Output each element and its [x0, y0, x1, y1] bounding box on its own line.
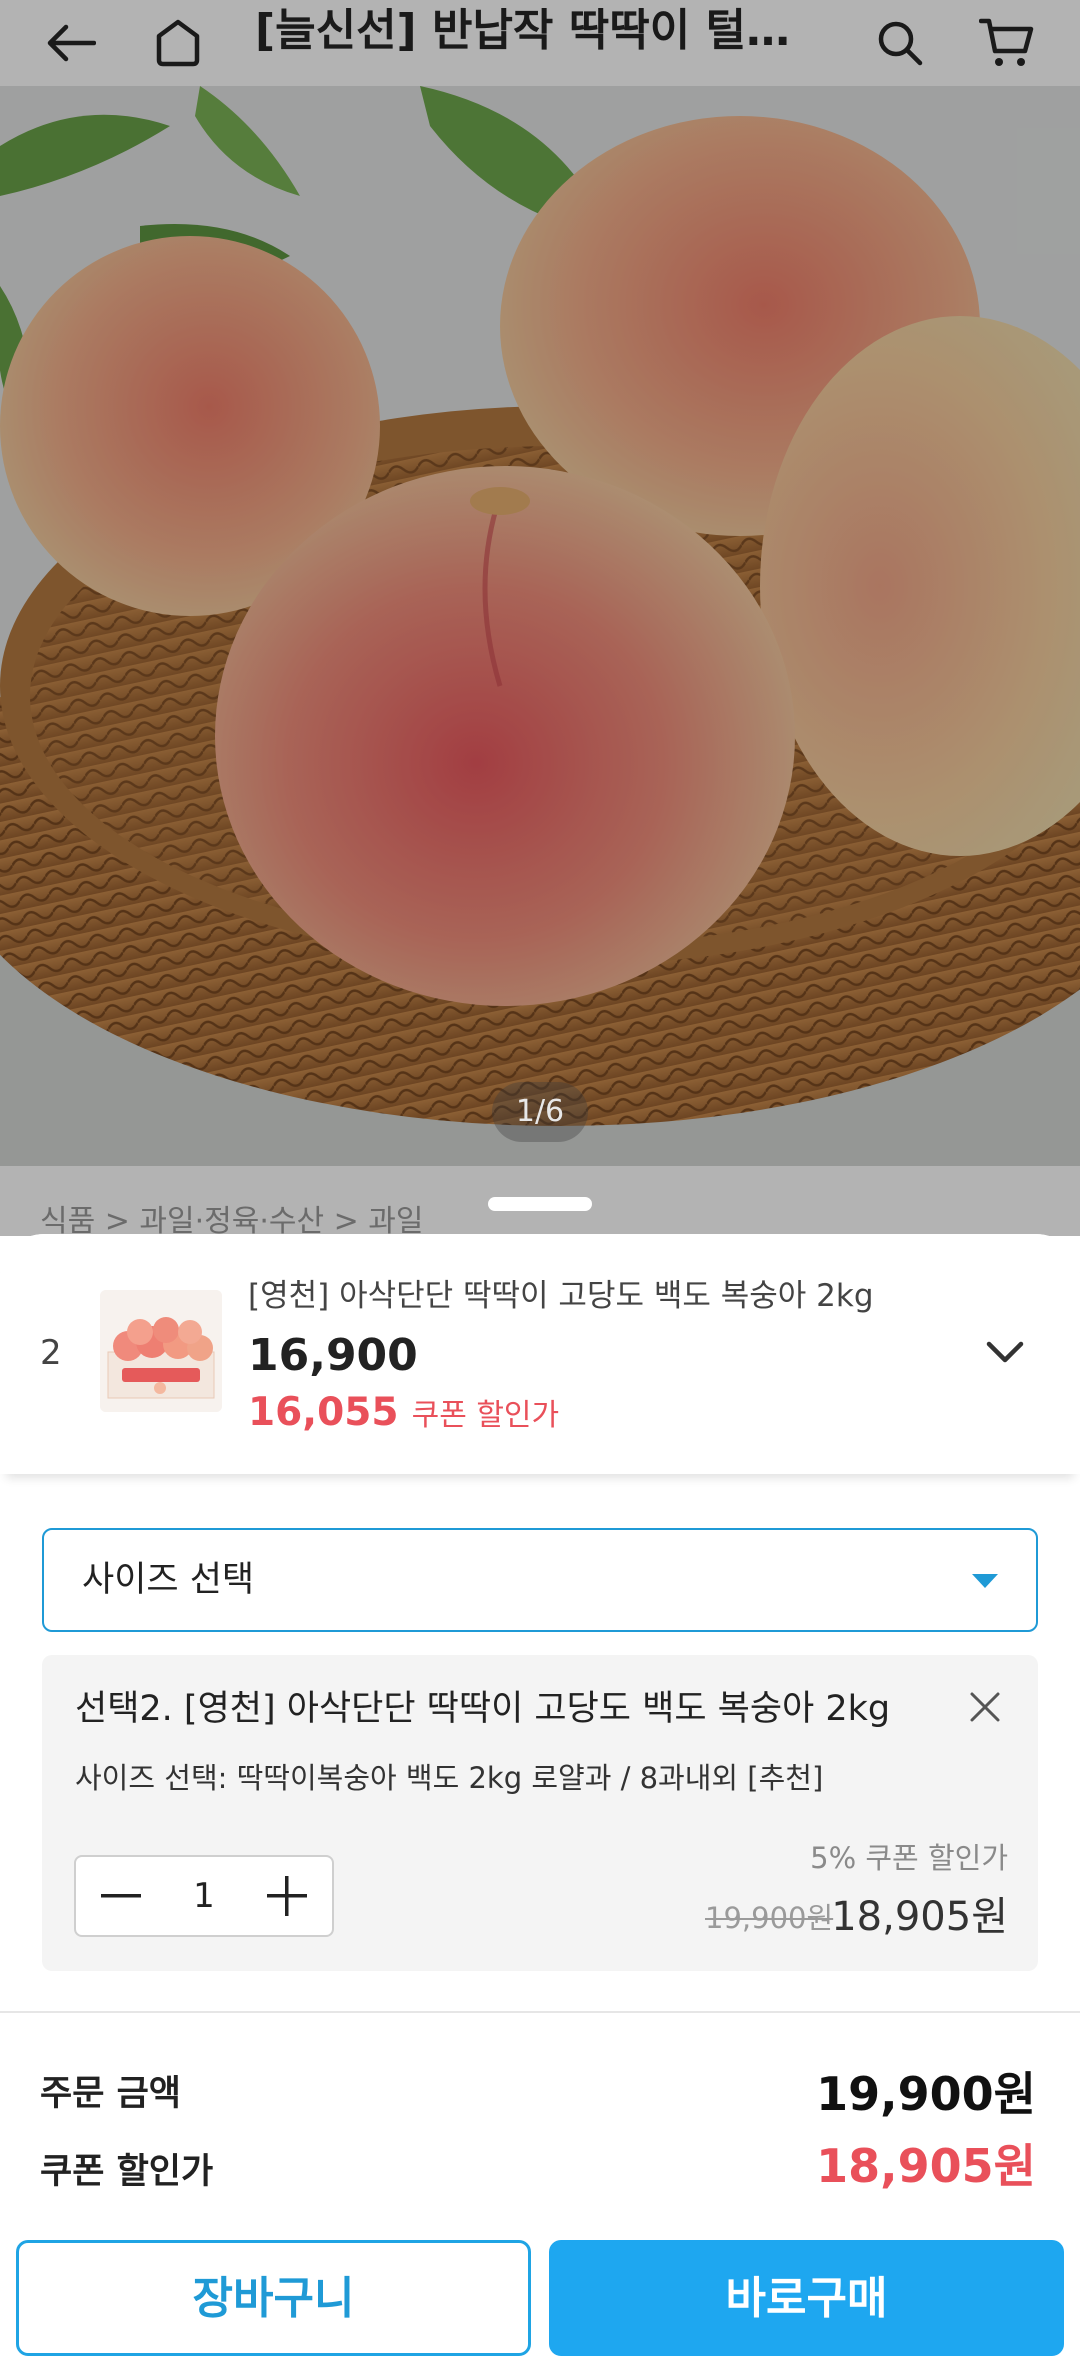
- image-counter: 1/6: [492, 1082, 588, 1142]
- selection-title: 선택2. [영천] 아삭단단 딱딱이 고당도 백도 복숭아 2kg: [75, 1689, 891, 1729]
- divider: [0, 2011, 1080, 2013]
- order-amount-value: 19,900원: [816, 2067, 1036, 2121]
- option-title: [영천] 아삭단단 딱딱이 고당도 백도 복숭아 2kg: [248, 1278, 874, 1314]
- option-coupon-price: 16,055 쿠폰 할인가: [248, 1390, 559, 1435]
- product-image[interactable]: [0, 86, 1080, 1166]
- selection-original-price: 19,900원: [705, 1901, 834, 1935]
- option-price: 16,900: [248, 1330, 418, 1381]
- close-icon[interactable]: [968, 1690, 1002, 1724]
- coupon-price-label: 쿠폰 할인가: [411, 1398, 560, 1433]
- coupon-price-value: 16,055: [248, 1390, 399, 1435]
- arrow-left-icon[interactable]: [40, 0, 100, 86]
- top-bar: [늘신선] 반납작 딱딱이 털복숭아 백도: [0, 0, 1080, 86]
- coupon-amount-label: 쿠폰 할인가: [40, 2152, 214, 2192]
- quantity-stepper: 1: [74, 1855, 334, 1937]
- home-icon[interactable]: [148, 0, 208, 86]
- option-number: 2: [40, 1333, 62, 1373]
- coupon-amount-value: 18,905원: [816, 2139, 1036, 2193]
- option-thumbnail: [100, 1290, 222, 1412]
- selection-option-detail: 사이즈 선택: 딱딱이복숭아 백도 2kg 로얄과 / 8과내외 [추천]: [75, 1761, 824, 1795]
- search-icon[interactable]: [870, 0, 930, 86]
- plus-icon[interactable]: [262, 1857, 312, 1935]
- cart-icon[interactable]: [975, 0, 1039, 86]
- selection-coupon-label: 5% 쿠폰 할인가: [810, 1841, 1008, 1875]
- overlay-dim: [0, 86, 1080, 1166]
- selection-discounted-price: 18,905원: [831, 1894, 1008, 1940]
- order-amount-label: 주문 금액: [40, 2074, 181, 2114]
- sheet-handle[interactable]: [488, 1197, 592, 1211]
- minus-icon[interactable]: [96, 1857, 146, 1935]
- caret-down-icon: [972, 1574, 998, 1588]
- page-title: [늘신선] 반납작 딱딱이 털복숭아 백도: [255, 5, 825, 56]
- quantity-value[interactable]: 1: [156, 1857, 252, 1935]
- size-select-label: 사이즈 선택: [82, 1560, 255, 1600]
- chevron-down-icon[interactable]: [985, 1338, 1025, 1368]
- buy-now-button[interactable]: 바로구매: [549, 2240, 1064, 2356]
- add-to-cart-button[interactable]: 장바구니: [16, 2240, 531, 2356]
- size-select-dropdown[interactable]: 사이즈 선택: [42, 1528, 1038, 1632]
